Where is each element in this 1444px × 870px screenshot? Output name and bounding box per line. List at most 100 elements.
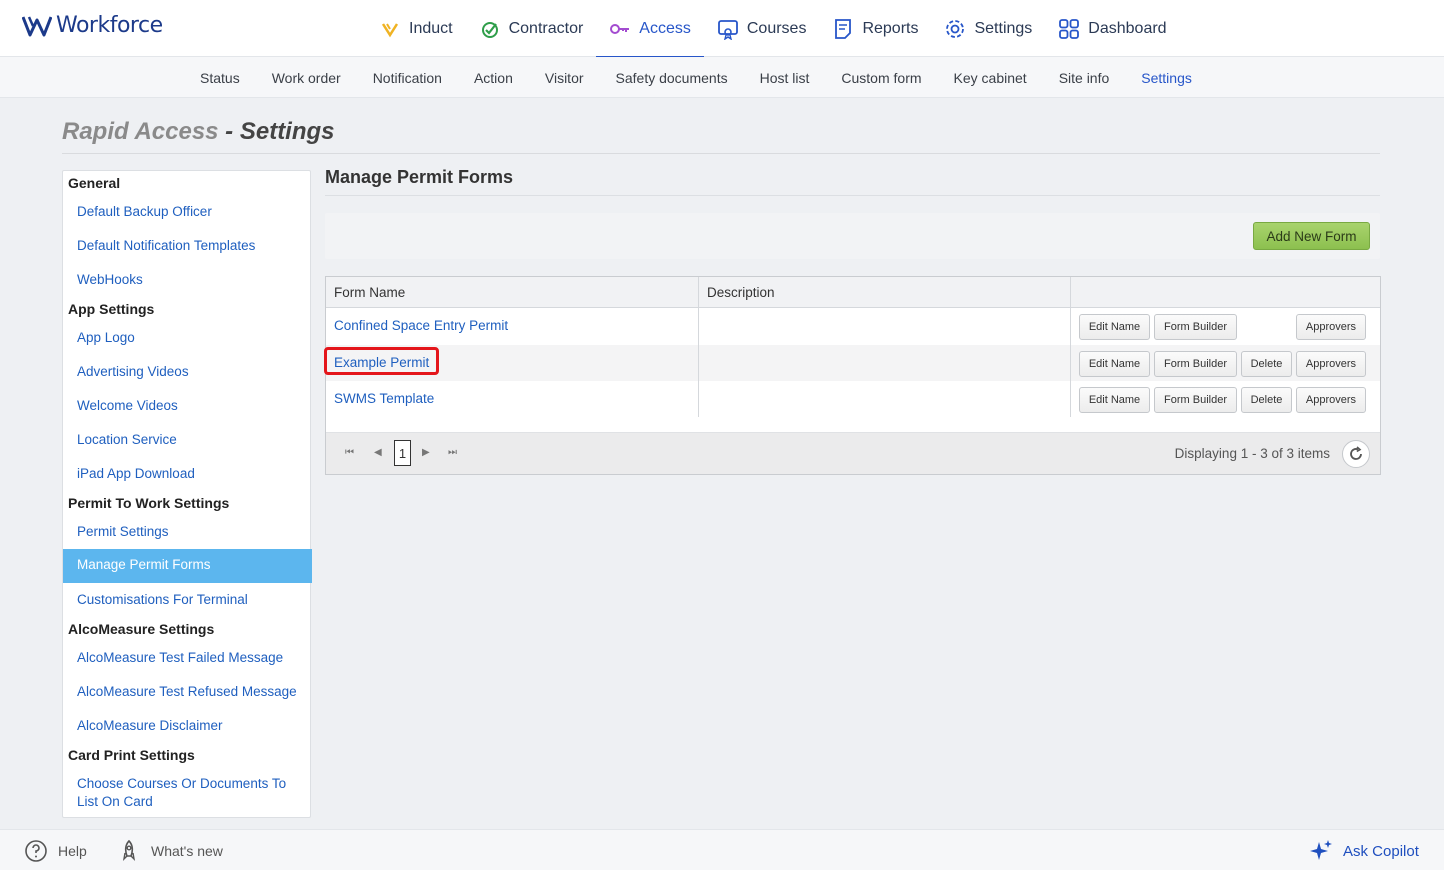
reports-icon xyxy=(835,18,852,39)
form-builder-button[interactable]: Form Builder xyxy=(1154,314,1237,340)
sidebar-heading-alcomeasure: AlcoMeasure Settings xyxy=(68,621,215,637)
sub-nav-tabs: Status Work order Notification Action Vi… xyxy=(184,57,1208,98)
previous-page-icon[interactable]: ◀ xyxy=(374,447,382,458)
sidebar-item-manage-permit-forms[interactable]: Manage Permit Forms xyxy=(63,549,312,583)
sidebar-item-label: Manage Permit Forms xyxy=(77,557,211,572)
approvers-button[interactable]: Approvers xyxy=(1296,387,1366,413)
form-builder-button[interactable]: Form Builder xyxy=(1154,351,1237,377)
sidebar-heading-permit-to-work: Permit To Work Settings xyxy=(68,495,230,511)
contractor-icon xyxy=(481,21,498,38)
top-navigation-bar: Workforce Induct Contractor Access Cours… xyxy=(0,0,1444,58)
grid-header: Form Name Description xyxy=(326,277,1380,308)
form-name-link[interactable]: Confined Space Entry Permit xyxy=(334,318,508,333)
sub-tab-key-cabinet[interactable]: Key cabinet xyxy=(938,57,1043,98)
approvers-button[interactable]: Approvers xyxy=(1296,351,1366,377)
brand-name: Workforce xyxy=(56,13,163,38)
main-tab-contractor[interactable]: Contractor xyxy=(466,0,597,57)
sidebar-item-welcome-videos[interactable]: Welcome Videos xyxy=(77,397,178,415)
sidebar-item-default-backup-officer[interactable]: Default Backup Officer xyxy=(77,203,212,221)
sub-tab-status[interactable]: Status xyxy=(184,57,256,98)
form-builder-button[interactable]: Form Builder xyxy=(1154,387,1237,413)
column-divider xyxy=(1070,277,1071,417)
edit-name-button[interactable]: Edit Name xyxy=(1079,387,1150,413)
main-tab-reports[interactable]: Reports xyxy=(819,0,931,57)
column-header-description[interactable]: Description xyxy=(699,277,1071,308)
sidebar-item-customisations-for-terminal[interactable]: Customisations For Terminal xyxy=(77,591,248,609)
delete-button[interactable]: Delete xyxy=(1241,351,1292,377)
page-title: Rapid Access - Settings xyxy=(62,118,335,146)
sidebar-heading-card-print: Card Print Settings xyxy=(68,747,195,763)
sub-tab-action[interactable]: Action xyxy=(458,57,529,98)
sidebar-item-choose-courses-or-documents[interactable]: Choose Courses Or Documents To List On C… xyxy=(77,775,286,811)
brand-logo[interactable]: Workforce xyxy=(22,13,163,38)
access-key-icon xyxy=(610,23,630,34)
current-page[interactable]: 1 xyxy=(394,440,411,466)
form-name-link[interactable]: Example Permit xyxy=(334,355,429,370)
sidebar-item-location-service[interactable]: Location Service xyxy=(77,431,177,449)
main-tab-induct[interactable]: Induct xyxy=(366,0,466,57)
main-tab-label: Settings xyxy=(974,19,1033,37)
courses-icon xyxy=(717,19,738,40)
pager-info: Displaying 1 - 3 of 3 items xyxy=(1174,446,1330,461)
main-tab-access[interactable]: Access xyxy=(596,0,704,58)
last-page-icon[interactable]: ⏭ xyxy=(448,447,457,458)
ask-copilot-label: Ask Copilot xyxy=(1343,842,1419,860)
footer-bar: Help What's new Ask Copilot xyxy=(0,829,1444,870)
column-header-form-name[interactable]: Form Name xyxy=(326,277,698,308)
sub-tab-site-info[interactable]: Site info xyxy=(1043,57,1126,98)
main-tab-courses[interactable]: Courses xyxy=(704,0,820,57)
whats-new-label: What's new xyxy=(151,843,223,859)
help-link[interactable]: Help xyxy=(24,839,87,863)
sidebar-item-app-logo[interactable]: App Logo xyxy=(77,329,135,347)
help-label: Help xyxy=(58,843,87,859)
table-row: Example Permit Edit Name Form Builder De… xyxy=(324,345,1380,381)
sidebar-item-alcomeasure-test-failed[interactable]: AlcoMeasure Test Failed Message xyxy=(77,649,283,667)
main-tab-dashboard[interactable]: Dashboard xyxy=(1045,0,1179,57)
refresh-button[interactable] xyxy=(1342,440,1370,468)
main-tab-settings[interactable]: Settings xyxy=(931,0,1045,57)
settings-sidebar: General Default Backup Officer Default N… xyxy=(62,170,312,818)
sidebar-item-alcomeasure-disclaimer[interactable]: AlcoMeasure Disclaimer xyxy=(77,717,223,735)
sub-tab-notification[interactable]: Notification xyxy=(357,57,458,98)
edit-name-button[interactable]: Edit Name xyxy=(1079,351,1150,377)
title-divider xyxy=(62,153,1380,154)
delete-button[interactable]: Delete xyxy=(1241,387,1292,413)
grid-toolbar: Add New Form xyxy=(325,213,1380,259)
whats-new-link[interactable]: What's new xyxy=(117,839,223,863)
dashboard-grid-icon xyxy=(1059,18,1080,39)
form-name-link[interactable]: SWMS Template xyxy=(334,391,434,406)
sidebar-item-alcomeasure-test-refused[interactable]: AlcoMeasure Test Refused Message xyxy=(77,683,297,701)
main-tab-label: Dashboard xyxy=(1088,19,1167,37)
main-tab-label: Access xyxy=(639,19,691,37)
workforce-logo-icon xyxy=(22,15,52,36)
add-new-form-button[interactable]: Add New Form xyxy=(1253,222,1370,250)
ask-copilot-button[interactable]: Ask Copilot xyxy=(1309,839,1419,863)
sub-tab-settings[interactable]: Settings xyxy=(1125,57,1208,98)
main-tab-label: Reports xyxy=(862,19,919,37)
page-title-section: Settings xyxy=(239,118,335,145)
table-row: Confined Space Entry Permit Edit Name Fo… xyxy=(326,308,1380,344)
sidebar-item-advertising-videos[interactable]: Advertising Videos xyxy=(77,363,189,381)
sub-tab-safety-documents[interactable]: Safety documents xyxy=(600,57,744,98)
sidebar-item-label-line2: List On Card xyxy=(77,794,153,809)
grid-pager: ⏮ ◀ 1 ▶ ⏭ Displaying 1 - 3 of 3 items xyxy=(326,432,1380,474)
sub-tab-visitor[interactable]: Visitor xyxy=(529,57,600,98)
page-title-module: Rapid Access xyxy=(62,118,219,145)
sparkle-icon xyxy=(1310,840,1332,860)
approvers-button[interactable]: Approvers xyxy=(1296,314,1366,340)
sidebar-heading-general: General xyxy=(68,175,121,191)
sub-navigation-bar: Status Work order Notification Action Vi… xyxy=(0,57,1444,98)
sub-tab-custom-form[interactable]: Custom form xyxy=(825,57,937,98)
first-page-icon[interactable]: ⏮ xyxy=(345,447,354,458)
section-divider xyxy=(325,195,1380,196)
edit-name-button[interactable]: Edit Name xyxy=(1079,314,1150,340)
sub-tab-work-order[interactable]: Work order xyxy=(256,57,357,98)
sidebar-item-permit-settings[interactable]: Permit Settings xyxy=(77,523,169,541)
induct-icon xyxy=(381,22,399,37)
next-page-icon[interactable]: ▶ xyxy=(422,447,430,458)
sidebar-item-ipad-app-download[interactable]: iPad App Download xyxy=(77,465,195,483)
sidebar-item-webhooks[interactable]: WebHooks xyxy=(77,271,143,289)
sidebar-item-default-notification-templates[interactable]: Default Notification Templates xyxy=(77,237,255,255)
main-tab-label: Induct xyxy=(409,19,453,37)
sub-tab-host-list[interactable]: Host list xyxy=(744,57,826,98)
